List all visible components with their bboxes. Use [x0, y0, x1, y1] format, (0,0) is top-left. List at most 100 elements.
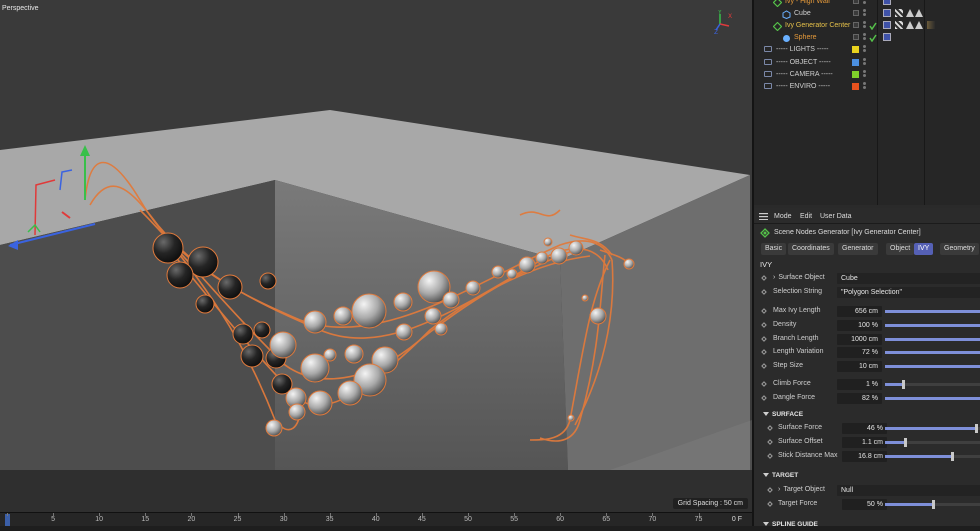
- visibility-checkbox[interactable]: [853, 34, 859, 40]
- object-row[interactable]: Ivy - High Wall: [754, 0, 980, 8]
- object-row[interactable]: Cube: [754, 8, 980, 20]
- keyframe-diamond-icon[interactable]: [767, 501, 773, 507]
- object-name[interactable]: ----- LIGHTS -----: [776, 46, 828, 53]
- render-toggle-dots[interactable]: [863, 82, 866, 92]
- menu-mode[interactable]: Mode: [774, 213, 792, 220]
- layer-color-swatch[interactable]: [852, 59, 859, 66]
- target-object-link-field[interactable]: Null: [837, 485, 980, 496]
- object-row[interactable]: ----- OBJECT -----: [754, 57, 980, 69]
- tab-coordinates[interactable]: Coordinates: [788, 243, 834, 255]
- timeline-ruler[interactable]: 5 10 15 20 25 30 35 40 45 50 55 60 65 70 75 0 F: [0, 512, 752, 526]
- current-frame-field[interactable]: 0 F: [732, 516, 742, 523]
- property-slider[interactable]: [885, 424, 980, 433]
- object-name[interactable]: Ivy - High Wall: [785, 0, 830, 5]
- visibility-checkbox[interactable]: [853, 22, 859, 28]
- viewport-camera-label[interactable]: Perspective: [2, 5, 39, 12]
- property-slider[interactable]: [885, 452, 980, 461]
- tab-object[interactable]: Object: [886, 243, 915, 255]
- property-value-field[interactable]: 1000 cm: [837, 334, 882, 345]
- property-slider[interactable]: [885, 338, 980, 341]
- enabled-check-icon[interactable]: [869, 34, 877, 42]
- property-value-field[interactable]: 50 %: [842, 499, 887, 510]
- visibility-checkbox[interactable]: [853, 0, 859, 4]
- keyframe-diamond-icon[interactable]: [761, 308, 767, 314]
- object-row[interactable]: ----- ENVIRO -----: [754, 81, 980, 93]
- keyframe-diamond-icon[interactable]: [761, 395, 767, 401]
- property-value-field[interactable]: 100 %: [837, 320, 882, 331]
- property-value-field[interactable]: 1.1 cm: [842, 437, 887, 448]
- render-toggle-dots[interactable]: [863, 70, 866, 80]
- tab-ivy[interactable]: IVY: [914, 243, 934, 255]
- object-row[interactable]: ----- CAMERA -----: [754, 69, 980, 81]
- selection-string-field[interactable]: "Polygon Selection": [837, 287, 980, 298]
- 3d-viewport[interactable]: Perspective X Y Z Grid Spacing : 50 cm: [0, 0, 752, 512]
- object-row[interactable]: ----- LIGHTS -----: [754, 44, 980, 56]
- tab-geometry[interactable]: Geometry: [940, 243, 979, 255]
- object-name[interactable]: ----- OBJECT -----: [776, 59, 831, 66]
- render-toggle-dots[interactable]: [863, 9, 866, 19]
- render-toggle-dots[interactable]: [863, 45, 866, 55]
- section-header-surface[interactable]: SURFACE: [754, 409, 980, 421]
- keyframe-diamond-icon[interactable]: [761, 336, 767, 342]
- object-name[interactable]: Sphere: [794, 34, 817, 41]
- property-value-field[interactable]: 656 cm: [837, 306, 882, 317]
- property-value-field[interactable]: 82 %: [837, 393, 882, 404]
- tab-basic[interactable]: Basic: [761, 243, 787, 255]
- keyframe-diamond-icon[interactable]: [761, 289, 767, 295]
- surface-object-link-field[interactable]: Cube: [837, 273, 980, 284]
- slider-handle[interactable]: [975, 424, 979, 433]
- section-header-spline-guide[interactable]: SPLINE GUIDE: [754, 519, 980, 531]
- tag-icon[interactable]: [883, 0, 891, 5]
- property-slider[interactable]: [885, 438, 980, 447]
- slider-handle[interactable]: [931, 500, 935, 509]
- object-row[interactable]: Sphere: [754, 32, 980, 44]
- object-name[interactable]: Cube: [794, 10, 811, 17]
- menu-edit[interactable]: Edit: [800, 213, 812, 220]
- tag-icon[interactable]: [883, 33, 891, 41]
- property-slider[interactable]: [885, 351, 980, 354]
- texture-tag-icon[interactable]: [895, 9, 903, 17]
- property-slider[interactable]: [885, 324, 980, 327]
- tag-icon[interactable]: [883, 9, 891, 17]
- render-toggle-dots[interactable]: [863, 33, 866, 43]
- slider-handle[interactable]: [902, 380, 906, 389]
- keyframe-diamond-icon[interactable]: [761, 275, 767, 281]
- keyframe-diamond-icon[interactable]: [767, 453, 773, 459]
- keyframe-diamond-icon[interactable]: [767, 487, 773, 493]
- object-row[interactable]: Ivy Generator Center: [754, 20, 980, 32]
- warning-tag-icon[interactable]: [906, 21, 924, 29]
- keyframe-diamond-icon[interactable]: [761, 363, 767, 369]
- property-value-field[interactable]: 16.8 cm: [842, 451, 887, 462]
- slider-handle[interactable]: [950, 452, 954, 461]
- layer-color-swatch[interactable]: [852, 83, 859, 90]
- keyframe-diamond-icon[interactable]: [761, 381, 767, 387]
- material-tag-icon[interactable]: [927, 21, 935, 29]
- property-slider[interactable]: [885, 365, 980, 368]
- object-name[interactable]: ----- CAMERA -----: [776, 71, 833, 78]
- chevron-right-icon[interactable]: ›: [778, 486, 780, 493]
- warning-tag-icon[interactable]: [906, 9, 924, 17]
- property-slider[interactable]: [885, 397, 980, 400]
- tag-icon[interactable]: [883, 21, 891, 29]
- render-toggle-dots[interactable]: [863, 58, 866, 68]
- enabled-check-icon[interactable]: [869, 22, 877, 30]
- texture-tag-icon[interactable]: [895, 21, 903, 29]
- visibility-checkbox[interactable]: [853, 10, 859, 16]
- object-name[interactable]: ----- ENVIRO -----: [776, 83, 830, 90]
- object-name[interactable]: Ivy Generator Center: [785, 22, 850, 29]
- chevron-right-icon[interactable]: ›: [773, 274, 775, 281]
- render-toggle-dots[interactable]: [863, 21, 866, 31]
- layer-color-swatch[interactable]: [852, 71, 859, 78]
- slider-handle[interactable]: [904, 438, 908, 447]
- tab-generator[interactable]: Generator: [838, 243, 878, 255]
- section-header-target[interactable]: TARGET: [754, 470, 980, 482]
- keyframe-diamond-icon[interactable]: [767, 425, 773, 431]
- keyframe-diamond-icon[interactable]: [761, 322, 767, 328]
- property-value-field[interactable]: 10 cm: [837, 361, 882, 372]
- render-toggle-dots[interactable]: [863, 0, 866, 7]
- property-value-field[interactable]: 1 %: [837, 379, 882, 390]
- hamburger-menu-icon[interactable]: [759, 213, 768, 220]
- layer-color-swatch[interactable]: [852, 46, 859, 53]
- property-slider[interactable]: [885, 380, 980, 389]
- menu-user-data[interactable]: User Data: [820, 213, 852, 220]
